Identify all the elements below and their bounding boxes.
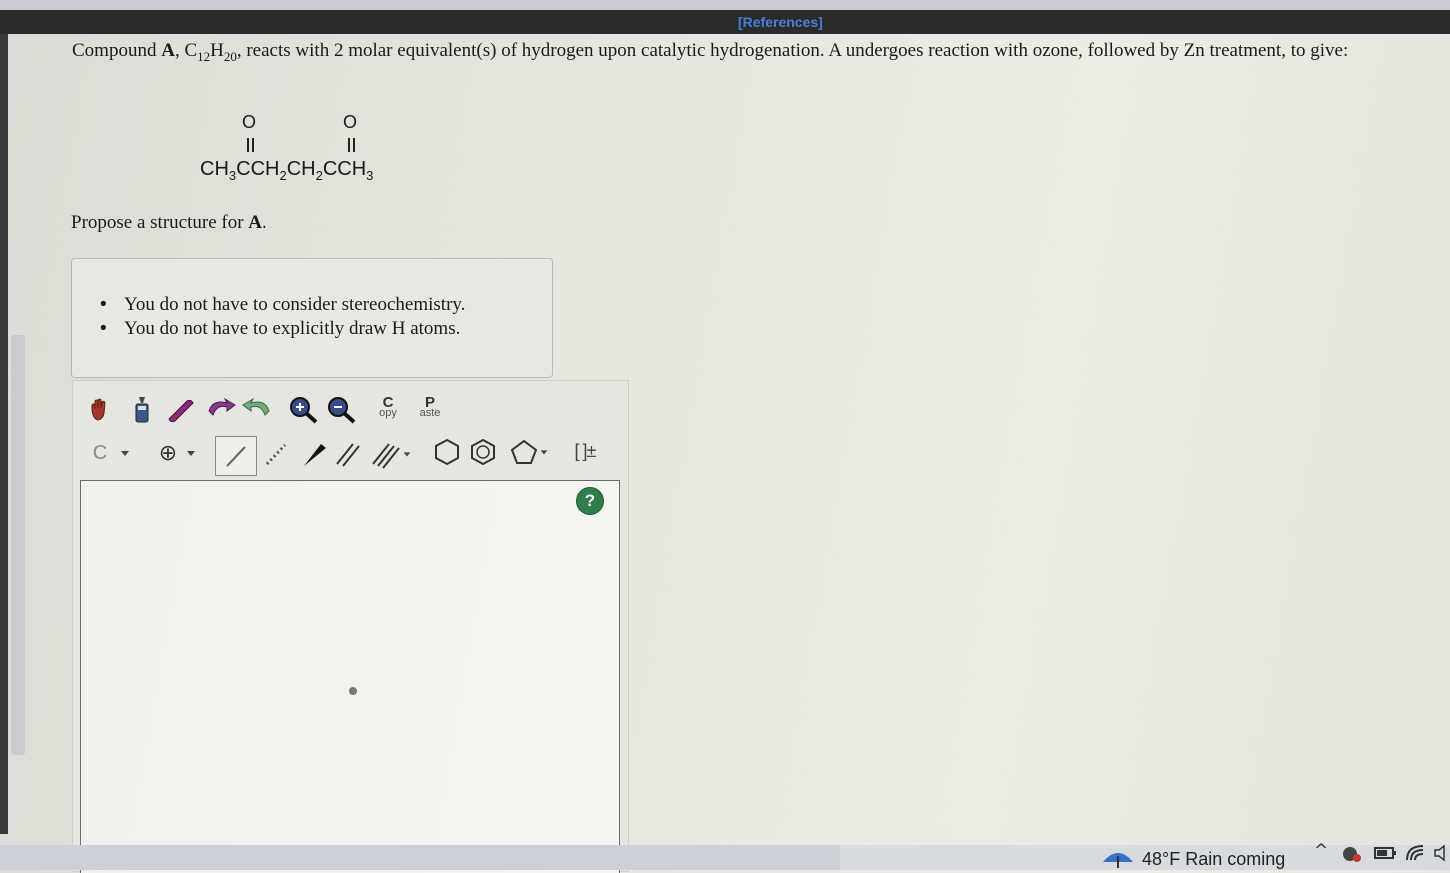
bracket-charge-tool[interactable]: [ ]±: [566, 436, 604, 466]
canvas-dot: [349, 687, 357, 695]
copy-button[interactable]: C opy: [372, 392, 404, 424]
double-bond-tool[interactable]: [330, 438, 366, 470]
product-structure: O O CH3CCH2CH2CCH3: [200, 112, 420, 192]
zoom-in-icon[interactable]: [286, 394, 320, 426]
taskbar-apps: [0, 845, 840, 870]
references-bar: [References]: [0, 10, 1450, 34]
oxygen-label-1: O: [242, 112, 257, 132]
atom-selector[interactable]: C: [88, 438, 136, 468]
drawing-canvas[interactable]: [80, 480, 620, 873]
double-bond-1: [247, 138, 249, 152]
single-bond-tool[interactable]: [215, 436, 257, 476]
product-formula: CH3CCH2CH2CCH3: [200, 158, 374, 183]
prompt-text: Propose a structure for A.: [71, 212, 267, 233]
paste-button[interactable]: P aste: [414, 392, 446, 424]
redo-icon[interactable]: [240, 396, 274, 424]
compound-label: A: [161, 40, 175, 61]
oxygen-label-2: O: [343, 112, 358, 132]
chevron-down-icon: [187, 451, 196, 456]
benzene-ring-tool[interactable]: [466, 436, 500, 468]
left-edge: [0, 34, 8, 834]
zoom-out-icon[interactable]: [324, 394, 358, 426]
scrollbar-thumb[interactable]: [11, 335, 25, 755]
speaker-icon[interactable]: [1432, 842, 1450, 864]
double-bond-2: [348, 138, 350, 152]
weather-status[interactable]: 48°F Rain coming: [1142, 849, 1285, 870]
triple-bond-tool[interactable]: [364, 438, 418, 470]
eraser-icon[interactable]: [164, 396, 198, 424]
charge-selector[interactable]: ⊕: [152, 438, 204, 468]
hint-item: You do not have to explicitly draw H ato…: [100, 317, 465, 341]
pentagon-ring-tool[interactable]: [502, 436, 556, 468]
hand-icon[interactable]: [86, 396, 114, 424]
hashed-bond-tool[interactable]: [258, 438, 294, 470]
battery-icon[interactable]: [1372, 842, 1398, 864]
help-icon[interactable]: ?: [576, 487, 604, 515]
chevron-up-icon[interactable]: ^: [1314, 841, 1328, 861]
hint-item: You do not have to consider stereochemis…: [100, 293, 465, 317]
wedge-bond-tool[interactable]: [296, 438, 332, 470]
references-link[interactable]: [References]: [738, 14, 823, 30]
clean-icon[interactable]: [128, 394, 156, 426]
chevron-down-icon: [540, 450, 548, 455]
wifi-icon[interactable]: [1404, 842, 1428, 864]
chevron-down-icon: [403, 452, 411, 457]
antivirus-icon[interactable]: [1340, 842, 1364, 866]
weather-icon[interactable]: [1100, 846, 1136, 870]
hexagon-ring-tool[interactable]: [430, 436, 464, 468]
window-top-bar: [0, 0, 1450, 10]
question-text: Compound A, C12H20, reacts with 2 molar …: [72, 40, 1349, 64]
chevron-down-icon: [121, 451, 130, 456]
undo-icon[interactable]: [204, 396, 238, 424]
hint-box: You do not have to consider stereochemis…: [71, 258, 553, 378]
